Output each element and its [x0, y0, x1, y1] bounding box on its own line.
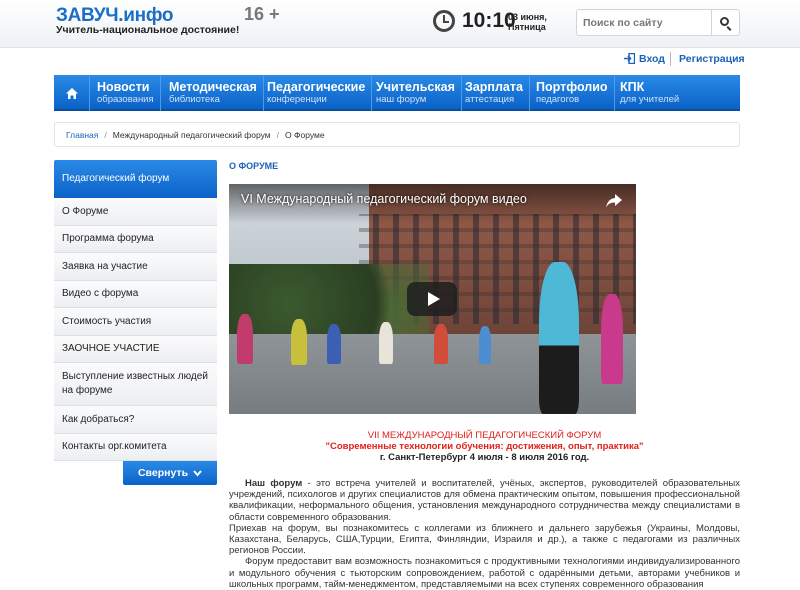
- nav-item-subtitle: наш форум: [376, 94, 427, 105]
- breadcrumb-level2[interactable]: Международный педагогический форум: [113, 130, 271, 140]
- video-figure: [601, 294, 623, 384]
- share-icon[interactable]: [606, 194, 622, 208]
- nav-item-subtitle: конференции: [267, 94, 327, 105]
- nav-item-subtitle: библиотека: [169, 94, 220, 105]
- paragraph-3: Форум предоставит вам возможность познак…: [229, 556, 740, 590]
- forum-name: VII МЕЖДУНАРОДНЫЙ ПЕДАГОГИЧЕСКИЙ ФОРУМ: [367, 430, 602, 441]
- para-lead-bold: Наш форум: [245, 478, 303, 489]
- nav-item-library[interactable]: Методическая библиотека: [162, 75, 264, 111]
- search-box: [576, 9, 740, 36]
- breadcrumb-home[interactable]: Главная: [66, 130, 98, 140]
- sidebar-item-about[interactable]: О Форуме: [54, 198, 217, 226]
- site-slogan: Учитель-национальное достояние!: [56, 24, 240, 36]
- nav-item-subtitle: образования: [97, 94, 154, 105]
- video-figure: [327, 324, 341, 364]
- nav-item-title: Зарплата: [465, 80, 523, 94]
- login-icon: [624, 53, 635, 64]
- home-icon: [65, 87, 78, 99]
- video-figure: [291, 319, 307, 365]
- nav-item-salary[interactable]: Зарплата аттестация: [458, 75, 530, 111]
- play-button[interactable]: [407, 282, 457, 316]
- collapse-button[interactable]: Свернуть: [123, 461, 217, 485]
- forum-theme: "Современные технологии обучения: достиж…: [325, 441, 644, 452]
- play-icon: [427, 292, 440, 306]
- breadcrumb-current: О Форуме: [285, 130, 325, 140]
- video-player[interactable]: VI Международный педагогический форум ви…: [229, 184, 636, 414]
- video-figure: [479, 326, 491, 364]
- nav-item-title: КПК: [620, 80, 645, 94]
- nav-item-portfolio[interactable]: Портфолио педагогов: [529, 75, 615, 111]
- search-input[interactable]: [583, 15, 707, 31]
- top-bar: ЗАВУЧ.инфо Учитель-национальное достояни…: [0, 0, 800, 48]
- video-title[interactable]: VI Международный педагогический форум ви…: [241, 192, 527, 206]
- paragraph-2: Приехав на форум, вы познакомитесь с кол…: [229, 522, 740, 557]
- auth-divider: [670, 52, 671, 66]
- video-figure: [237, 314, 253, 364]
- video-figure: [379, 322, 393, 364]
- video-figure-main: [539, 262, 579, 414]
- forum-place-date: г. Санкт-Петербург 4 июля - 8 июля 2016 …: [379, 452, 590, 463]
- page-title: О ФОРУМЕ: [229, 161, 279, 171]
- nav-item-title: Педагогические: [267, 80, 366, 94]
- nav-item-forum[interactable]: Учительская наш форум: [369, 75, 462, 111]
- sidebar-item-directions[interactable]: Как добраться?: [54, 406, 217, 434]
- collapse-label: Свернуть: [137, 467, 189, 479]
- breadcrumb-separator: /: [104, 130, 107, 140]
- nav-home[interactable]: [54, 75, 90, 111]
- nav-item-subtitle: для учителей: [620, 94, 680, 105]
- nav-item-title: Методическая: [169, 80, 257, 94]
- nav-item-news[interactable]: Новости образования: [90, 75, 161, 111]
- sidebar-header[interactable]: Педагогический форум: [54, 160, 217, 198]
- sidebar-item-remote[interactable]: ЗАОЧНОЕ УЧАСТИЕ: [54, 336, 217, 363]
- age-rating: 16 +: [244, 4, 280, 24]
- forum-heading: VII МЕЖДУНАРОДНЫЙ ПЕДАГОГИЧЕСКИЙ ФОРУМ "…: [229, 430, 740, 463]
- sidebar-item-speakers[interactable]: Выступление известных людей на форуме: [54, 363, 217, 406]
- video-figure: [434, 324, 448, 364]
- nav-item-title: Новости: [97, 80, 150, 94]
- nav-item-subtitle: аттестация: [465, 94, 515, 105]
- date-weekday: Пятница: [508, 22, 546, 32]
- search-button[interactable]: [711, 10, 739, 35]
- sidebar: Педагогический форум О Форуме Программа …: [54, 160, 217, 461]
- sidebar-item-video[interactable]: Видео с форума: [54, 281, 217, 308]
- nav-item-title: Учительская: [376, 80, 455, 94]
- sidebar-item-application[interactable]: Заявка на участие: [54, 253, 217, 281]
- sidebar-item-cost[interactable]: Стоимость участия: [54, 308, 217, 336]
- current-date: 03 июня, Пятница: [508, 12, 547, 32]
- date-day: 03 июня,: [508, 12, 547, 22]
- paragraph-1: - это встреча учителей и воспитателей, у…: [229, 478, 741, 523]
- clock-icon: [433, 10, 455, 32]
- breadcrumb: Главная / Международный педагогический фор…: [54, 122, 740, 147]
- forum-description: Наш форум - это встреча учителей и воспи…: [229, 478, 740, 590]
- nav-item-courses[interactable]: КПК для учителей: [613, 75, 685, 111]
- login-link[interactable]: Вход: [639, 53, 665, 65]
- nav-item-subtitle: педагогов: [536, 94, 580, 105]
- nav-item-conferences[interactable]: Педагогические конференции: [260, 75, 373, 111]
- main-nav: Новости образования Методическая библиот…: [54, 75, 740, 111]
- register-link[interactable]: Регистрация: [679, 53, 745, 65]
- search-icon: [720, 17, 729, 26]
- breadcrumb-separator: /: [276, 130, 280, 140]
- sidebar-item-program[interactable]: Программа форума: [54, 226, 217, 253]
- chevron-down-icon: [193, 469, 202, 477]
- sidebar-item-contacts[interactable]: Контакты орг.комитета: [54, 434, 217, 461]
- nav-item-title: Портфолио: [536, 80, 608, 94]
